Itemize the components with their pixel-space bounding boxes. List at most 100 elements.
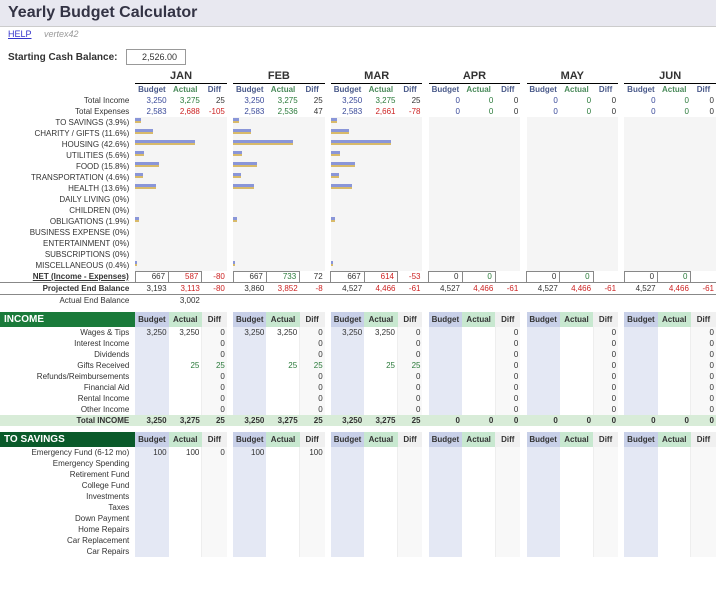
savings-actual[interactable]	[266, 524, 299, 535]
income-budget[interactable]	[233, 393, 266, 404]
income-budget[interactable]: 3,250	[331, 327, 364, 338]
income-budget[interactable]	[331, 349, 364, 360]
income-budget[interactable]	[527, 349, 560, 360]
income-actual[interactable]: 25	[266, 360, 299, 371]
savings-actual[interactable]	[658, 480, 691, 491]
income-budget[interactable]	[135, 404, 168, 415]
income-actual[interactable]	[462, 360, 495, 371]
income-actual[interactable]: 25	[169, 360, 202, 371]
savings-budget[interactable]	[135, 469, 168, 480]
income-actual[interactable]	[560, 338, 593, 349]
savings-budget[interactable]	[429, 447, 462, 458]
savings-actual[interactable]	[169, 480, 202, 491]
savings-actual[interactable]	[560, 546, 593, 557]
savings-actual[interactable]	[658, 524, 691, 535]
income-actual[interactable]: 3,250	[364, 327, 397, 338]
savings-actual[interactable]	[560, 469, 593, 480]
income-actual[interactable]	[560, 327, 593, 338]
income-budget[interactable]	[527, 393, 560, 404]
savings-budget[interactable]	[527, 546, 560, 557]
savings-actual[interactable]	[169, 469, 202, 480]
savings-budget[interactable]	[624, 502, 657, 513]
savings-budget[interactable]	[624, 513, 657, 524]
income-actual[interactable]	[462, 404, 495, 415]
savings-budget[interactable]	[233, 535, 266, 546]
income-actual[interactable]	[560, 382, 593, 393]
savings-budget[interactable]	[429, 546, 462, 557]
savings-budget[interactable]	[527, 502, 560, 513]
savings-budget[interactable]	[624, 480, 657, 491]
savings-budget[interactable]	[135, 491, 168, 502]
income-budget[interactable]	[331, 393, 364, 404]
savings-actual[interactable]	[560, 524, 593, 535]
income-budget[interactable]	[135, 349, 168, 360]
income-budget[interactable]	[429, 349, 462, 360]
income-budget[interactable]: 3,250	[233, 327, 266, 338]
savings-actual[interactable]	[658, 458, 691, 469]
savings-actual[interactable]	[364, 447, 397, 458]
income-actual[interactable]	[658, 371, 691, 382]
income-budget[interactable]	[331, 382, 364, 393]
income-actual[interactable]	[364, 393, 397, 404]
savings-actual[interactable]	[266, 502, 299, 513]
income-actual[interactable]	[364, 338, 397, 349]
savings-budget[interactable]	[331, 469, 364, 480]
savings-budget[interactable]	[233, 491, 266, 502]
savings-actual[interactable]	[560, 447, 593, 458]
aeb-value[interactable]	[364, 295, 397, 307]
starting-cash-value[interactable]: 2,526.00	[126, 49, 186, 65]
savings-budget[interactable]	[135, 513, 168, 524]
savings-budget[interactable]	[331, 491, 364, 502]
savings-actual[interactable]	[462, 535, 495, 546]
savings-actual[interactable]	[560, 458, 593, 469]
savings-actual[interactable]	[462, 491, 495, 502]
savings-budget[interactable]	[624, 458, 657, 469]
income-actual[interactable]	[560, 393, 593, 404]
income-actual[interactable]	[266, 371, 299, 382]
savings-budget[interactable]	[233, 513, 266, 524]
savings-actual[interactable]	[364, 513, 397, 524]
savings-budget[interactable]	[429, 524, 462, 535]
savings-budget[interactable]	[331, 458, 364, 469]
income-budget[interactable]: 3,250	[135, 327, 168, 338]
savings-budget[interactable]	[233, 502, 266, 513]
savings-actual[interactable]	[364, 480, 397, 491]
savings-budget[interactable]	[331, 524, 364, 535]
savings-budget[interactable]	[624, 491, 657, 502]
income-budget[interactable]	[331, 338, 364, 349]
savings-actual[interactable]	[658, 535, 691, 546]
income-budget[interactable]	[233, 338, 266, 349]
income-budget[interactable]	[233, 404, 266, 415]
savings-actual[interactable]	[266, 535, 299, 546]
savings-actual[interactable]	[169, 513, 202, 524]
savings-budget[interactable]	[429, 502, 462, 513]
savings-actual[interactable]	[266, 458, 299, 469]
income-actual[interactable]	[462, 371, 495, 382]
income-budget[interactable]	[233, 349, 266, 360]
savings-budget[interactable]	[527, 469, 560, 480]
savings-budget[interactable]	[429, 513, 462, 524]
savings-actual[interactable]	[169, 491, 202, 502]
savings-actual[interactable]	[169, 546, 202, 557]
income-actual[interactable]	[462, 393, 495, 404]
savings-actual[interactable]	[364, 546, 397, 557]
savings-budget[interactable]	[135, 458, 168, 469]
income-budget[interactable]	[624, 327, 657, 338]
income-actual[interactable]	[462, 349, 495, 360]
income-budget[interactable]	[135, 371, 168, 382]
income-budget[interactable]	[624, 371, 657, 382]
savings-actual[interactable]	[658, 447, 691, 458]
savings-budget[interactable]	[233, 469, 266, 480]
savings-budget[interactable]	[135, 524, 168, 535]
savings-budget[interactable]	[527, 535, 560, 546]
income-actual[interactable]: 3,250	[169, 327, 202, 338]
income-budget[interactable]	[135, 382, 168, 393]
income-budget[interactable]	[135, 360, 168, 371]
income-actual[interactable]	[169, 371, 202, 382]
savings-actual[interactable]	[364, 502, 397, 513]
savings-actual[interactable]	[364, 491, 397, 502]
income-budget[interactable]	[429, 404, 462, 415]
income-budget[interactable]	[331, 360, 364, 371]
savings-budget[interactable]	[429, 535, 462, 546]
savings-budget[interactable]	[233, 458, 266, 469]
